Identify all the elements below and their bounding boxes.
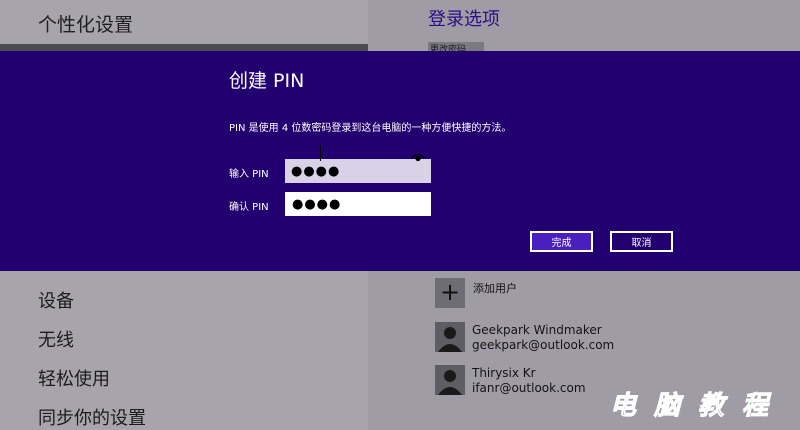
confirm-pin-input[interactable] (285, 192, 431, 216)
svg-text:电: 电 (610, 391, 638, 420)
nav-item-sync-settings[interactable]: 同步你的设置 (38, 404, 146, 430)
svg-text:教: 教 (698, 391, 728, 420)
svg-text:脑: 脑 (653, 391, 684, 420)
confirm-pin-label: 确认 PIN (229, 202, 269, 213)
user-name[interactable]: Geekpark Windmaker (472, 323, 602, 337)
cancel-button[interactable]: 取消 (610, 231, 673, 252)
nav-item-wireless[interactable]: 无线 (38, 326, 74, 352)
enter-pin-input[interactable] (285, 159, 431, 183)
user-email: geekpark@outlook.com (472, 338, 615, 352)
done-button[interactable]: 完成 (530, 231, 593, 252)
text-caret (320, 145, 321, 161)
page-title: 个性化设置 (38, 14, 134, 36)
nav-item-devices[interactable]: 设备 (38, 287, 74, 313)
dialog-title: 创建 PIN (229, 70, 305, 92)
dialog-description: PIN 是使用 4 位数密码登录到这台电脑的一种方便快捷的方法。 (229, 123, 512, 134)
section-title: 登录选项 (428, 9, 500, 30)
user-avatar-icon (435, 322, 465, 352)
create-pin-dialog: 创建 PIN PIN 是使用 4 位数密码登录到这台电脑的一种方便快捷的方法。 … (0, 51, 800, 271)
nav-item-ease-of-access[interactable]: 轻松使用 (38, 365, 110, 391)
svg-text:程: 程 (742, 391, 772, 420)
add-user-label[interactable]: 添加用户 (473, 280, 517, 296)
watermark-logo: 电 脑 教 程 (610, 391, 773, 421)
user-name[interactable]: Thirysix Kr (472, 366, 536, 380)
plus-icon: + (439, 278, 461, 306)
user-email: ifanr@outlook.com (472, 381, 586, 395)
eye-icon[interactable] (411, 150, 425, 164)
add-user-button[interactable]: + (435, 278, 465, 308)
enter-pin-label: 输入 PIN (229, 169, 269, 180)
user-avatar-icon (435, 365, 465, 395)
